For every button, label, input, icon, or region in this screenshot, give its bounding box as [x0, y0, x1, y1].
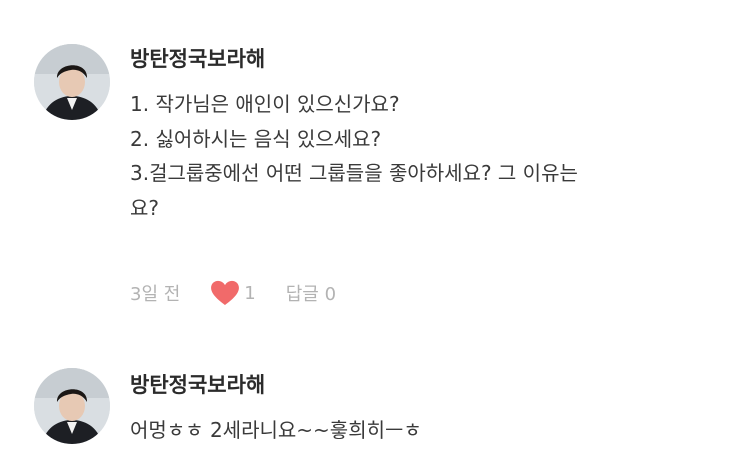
comment-line: 2. 싫어하시는 음식 있으세요? — [130, 126, 382, 151]
comment-line: 3.걸그룹중에선 어떤 그룹들을 좋아하세요? 그 이유는 — [130, 161, 578, 185]
comment-body: 어멍ㅎㅎ 2세라니요~~흫희히ㅡㅎ — [130, 413, 720, 448]
comment-body: 1. 작가님은 애인이 있으신가요? 2. 싫어하시는 음식 있으세요? 3.걸… — [130, 87, 720, 225]
comment-author[interactable]: 방탄정국보라해 — [130, 369, 265, 399]
comment-item: 방탄정국보라해 1. 작가님은 애인이 있으신가요? 2. 싫어하시는 음식 있… — [0, 0, 740, 330]
comment-item: 방탄정국보라해 어멍ㅎㅎ 2세라니요~~흫희히ㅡㅎ — [0, 330, 740, 468]
like-count: 1 — [244, 282, 256, 304]
comment-time: 3일 전 — [130, 284, 181, 305]
avatar[interactable] — [34, 44, 110, 120]
comment-line: 어멍ㅎㅎ 2세라니요~~흫희히ㅡㅎ — [130, 418, 422, 442]
heart-icon[interactable] — [210, 280, 240, 306]
comment-line: 1. 작가님은 애인이 있으신가요? — [130, 92, 400, 116]
comment-line: 요? — [130, 195, 160, 220]
comment-meta: 3일 전 1 답글 0 — [130, 280, 336, 306]
comment-author[interactable]: 방탄정국보라해 — [130, 43, 265, 73]
reply-button[interactable]: 답글 0 — [286, 280, 336, 306]
avatar[interactable] — [34, 368, 110, 444]
